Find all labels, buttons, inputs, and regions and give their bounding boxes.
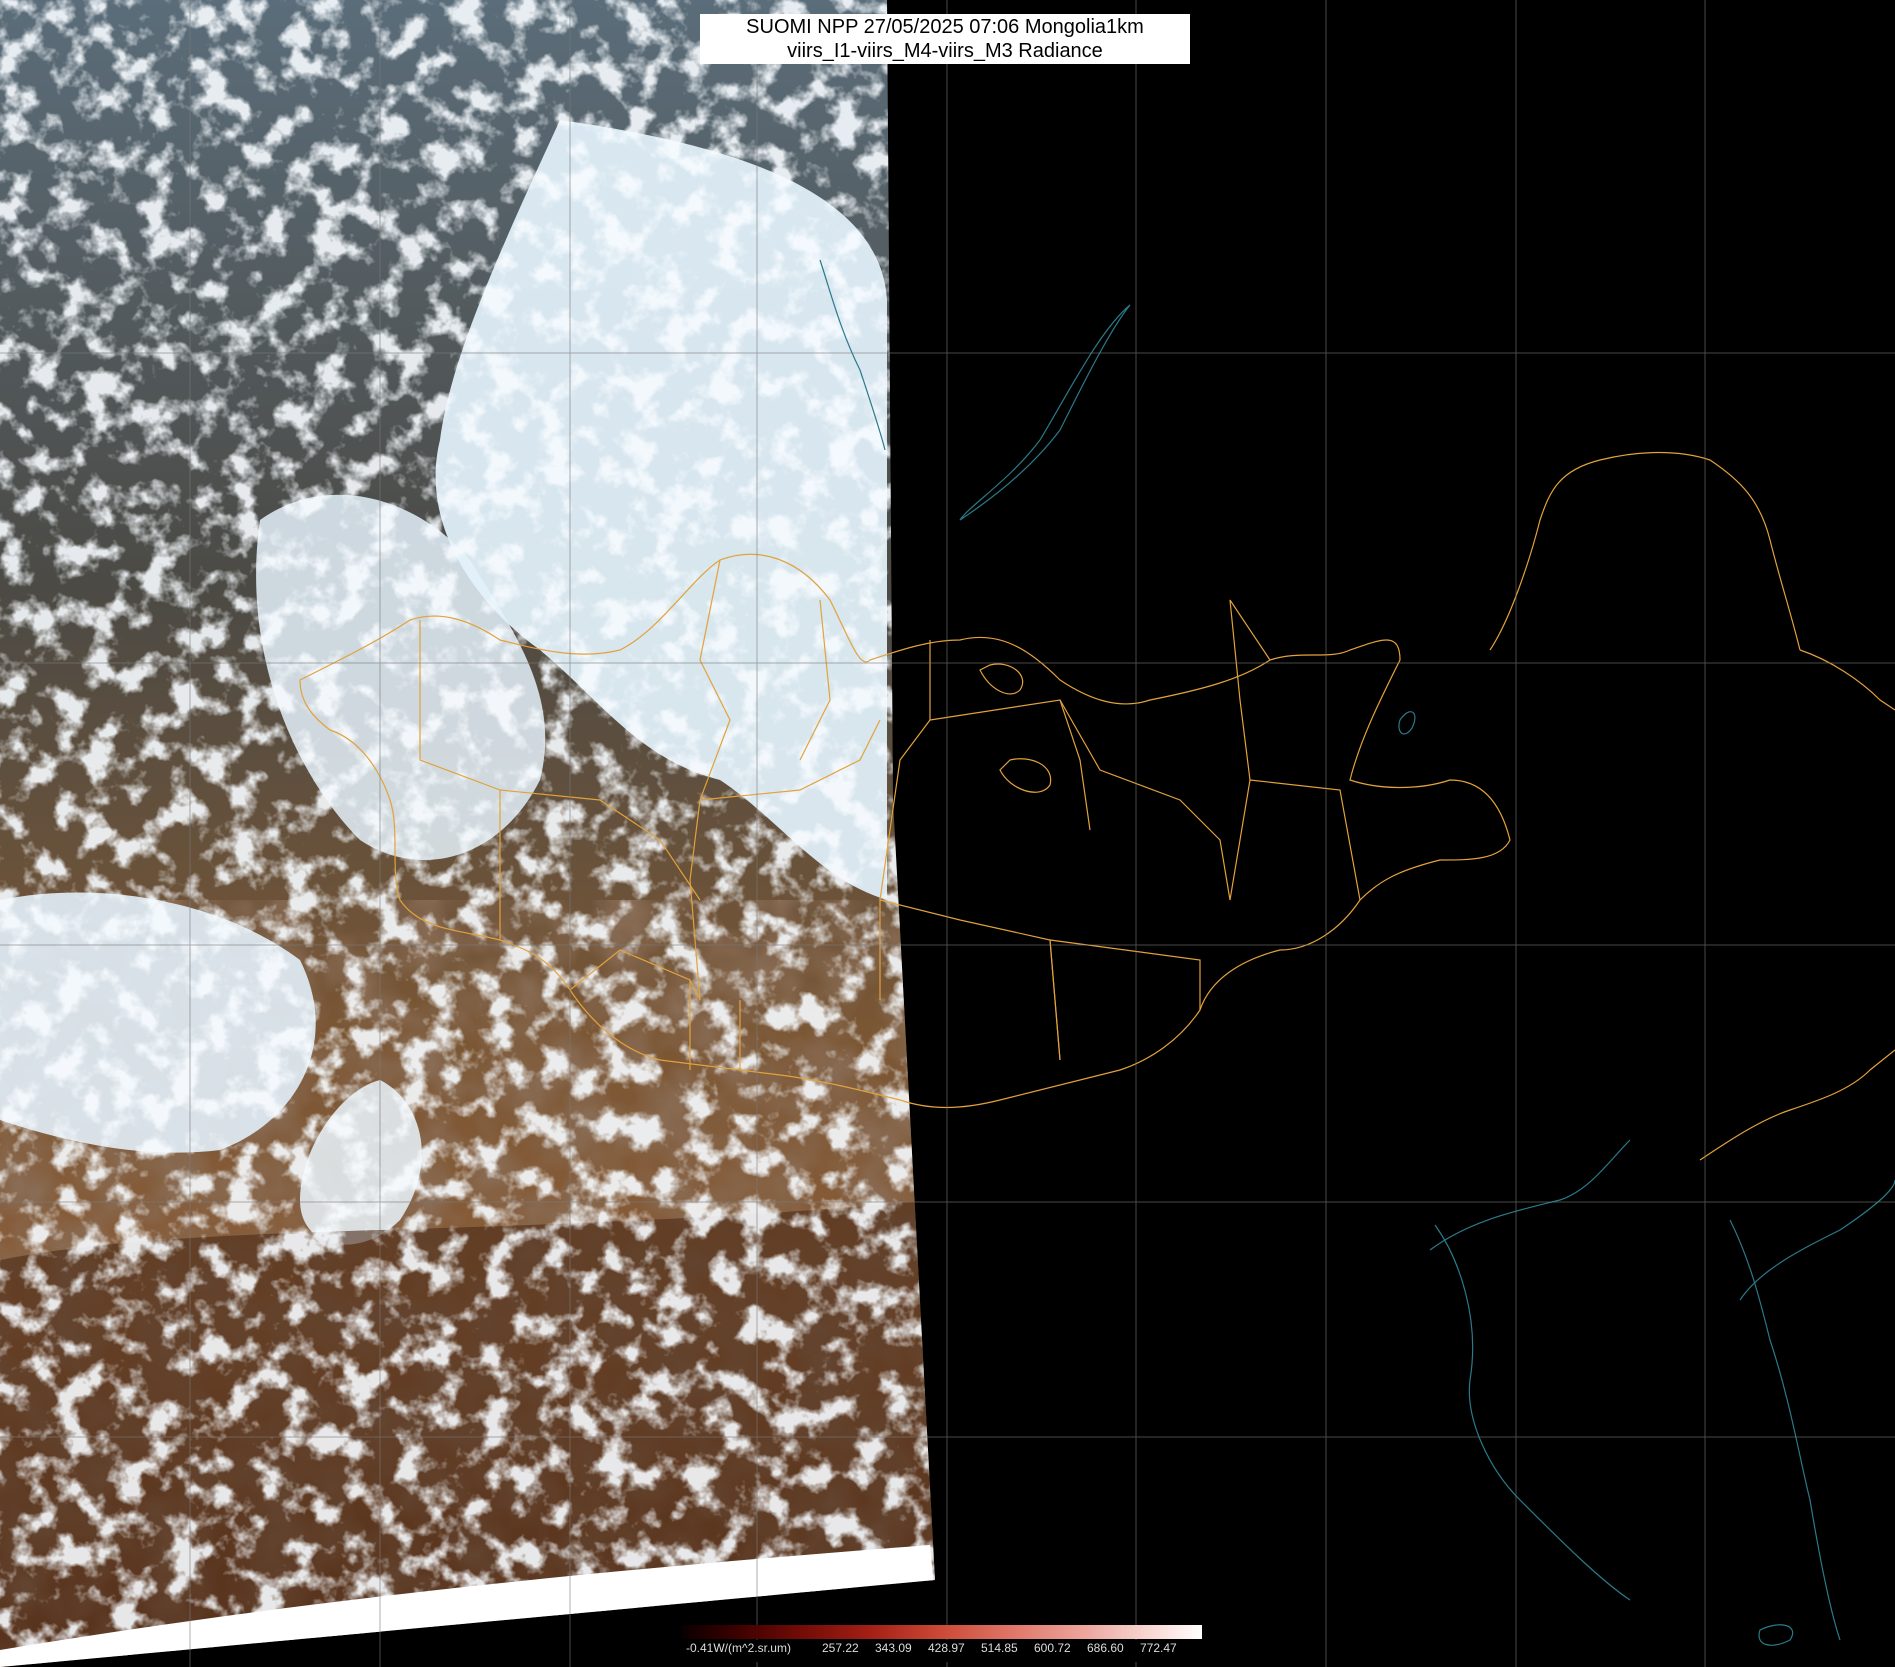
colorbar-gradient	[682, 1625, 1202, 1639]
colorbar-tick: 257.22	[822, 1641, 859, 1655]
colorbar-tick: -0.41W/(m^2.sr.um)	[686, 1641, 791, 1655]
colorbar-labels: -0.41W/(m^2.sr.um) 257.22 343.09 428.97 …	[682, 1640, 1202, 1662]
colorbar-tick: 343.09	[875, 1641, 912, 1655]
title-line-satellite: SUOMI NPP 27/05/2025 07:06 Mongolia1km	[746, 16, 1144, 38]
colorbar-tick: 428.97	[928, 1641, 965, 1655]
colorbar-tick: 514.85	[981, 1641, 1018, 1655]
title-line-product: viirs_I1-viirs_M4-viirs_M3 Radiance	[787, 40, 1103, 62]
satellite-image-viewer: SUOMI NPP 27/05/2025 07:06 Mongolia1km v…	[0, 0, 1895, 1667]
colorbar-tick: 686.60	[1087, 1641, 1124, 1655]
colorbar-tick: 600.72	[1034, 1641, 1071, 1655]
colorbar-legend: -0.41W/(m^2.sr.um) 257.22 343.09 428.97 …	[682, 1623, 1202, 1667]
colorbar-tick: 772.47	[1140, 1641, 1177, 1655]
image-title: SUOMI NPP 27/05/2025 07:06 Mongolia1km v…	[700, 14, 1190, 64]
satellite-scene	[0, 0, 1895, 1667]
satellite-swath	[0, 0, 935, 1667]
